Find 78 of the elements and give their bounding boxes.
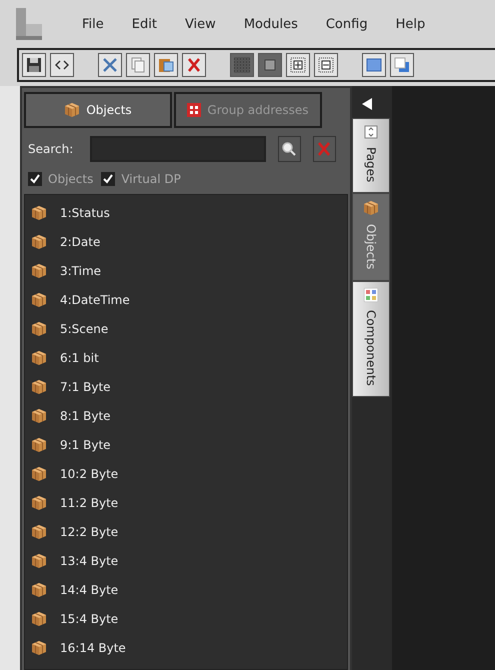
object-item[interactable]: 15:4 Byte <box>60 612 118 626</box>
zoom-in-button[interactable] <box>286 53 310 77</box>
minus-box-icon <box>318 57 334 73</box>
checkbox[interactable] <box>28 172 42 186</box>
object-item[interactable]: 7:1 Byte <box>60 380 111 394</box>
side-tab[interactable]: Components <box>352 280 390 397</box>
object-item[interactable]: 6:1 bit <box>60 350 99 364</box>
zoom-out-button[interactable] <box>314 53 338 77</box>
menu-item[interactable]: Config <box>326 16 368 32</box>
object-item[interactable]: 10:2 Byte <box>60 466 118 480</box>
search-field[interactable] <box>90 136 266 162</box>
collapse-arrow-icon[interactable] <box>362 98 372 110</box>
object-item[interactable]: 5:Scene <box>60 322 108 336</box>
checkbox-label: Objects <box>48 172 94 186</box>
cube-icon <box>31 466 47 482</box>
object-item[interactable]: 13:4 Byte <box>60 554 118 568</box>
cut-button[interactable] <box>98 53 122 77</box>
cube-icon <box>31 262 47 278</box>
square-icon <box>262 57 278 73</box>
save-button[interactable] <box>22 53 46 77</box>
cube-icon <box>363 200 379 216</box>
menu-item[interactable]: File <box>82 16 104 32</box>
cube-icon <box>31 204 47 220</box>
cube-icon <box>31 436 47 452</box>
object-item[interactable]: 14:4 Byte <box>60 582 118 596</box>
cube-icon <box>64 102 80 118</box>
side-tab[interactable]: Pages <box>352 118 390 194</box>
object-item[interactable]: 2:Date <box>60 234 100 248</box>
cube-icon <box>31 320 47 336</box>
cube-icon <box>31 582 47 598</box>
window-icon <box>366 57 382 73</box>
search-icon <box>281 141 298 157</box>
windows-button[interactable] <box>390 53 414 77</box>
code-button[interactable] <box>50 53 74 77</box>
cube-icon <box>31 552 47 568</box>
frame-button[interactable] <box>258 53 282 77</box>
object-item[interactable]: 1:Status <box>60 206 110 220</box>
checkbox-label: Virtual DP <box>121 172 181 186</box>
clipboard-icon <box>158 57 174 73</box>
cube-icon <box>31 640 47 656</box>
delete-icon <box>186 57 202 73</box>
color-grid-icon <box>364 288 378 302</box>
cube-icon <box>31 408 47 424</box>
delete-button[interactable] <box>182 53 206 77</box>
object-item[interactable]: 9:1 Byte <box>60 438 111 452</box>
cube-icon <box>31 610 47 626</box>
object-item[interactable]: 8:1 Byte <box>60 408 111 422</box>
cube-icon <box>31 378 47 394</box>
object-item[interactable]: 12:2 Byte <box>60 524 118 538</box>
paste-button[interactable] <box>154 53 178 77</box>
cube-icon <box>31 350 47 366</box>
menu-item[interactable]: Modules <box>244 16 298 32</box>
cube-icon <box>31 524 47 540</box>
building-logo <box>14 6 44 42</box>
checkbox[interactable] <box>101 172 116 186</box>
menu-item[interactable]: View <box>184 16 216 32</box>
copy-icon <box>130 57 146 73</box>
close-icon <box>316 141 332 157</box>
grid-icon <box>187 103 202 117</box>
dot-grid-icon <box>234 57 250 73</box>
overlapping-windows-icon <box>394 57 410 73</box>
menu-item[interactable]: Edit <box>132 16 157 32</box>
object-item[interactable]: 11:2 Byte <box>60 496 118 510</box>
menu-item[interactable]: Help <box>396 16 426 32</box>
search-button[interactable] <box>278 136 301 162</box>
cube-icon <box>31 234 47 250</box>
search-label: Search: <box>28 142 74 156</box>
plus-box-icon <box>290 57 306 73</box>
copy-button[interactable] <box>126 53 150 77</box>
page-icon <box>364 125 378 139</box>
panel-tab[interactable]: Objects <box>24 92 172 128</box>
window-button[interactable] <box>362 53 386 77</box>
cube-icon <box>31 292 47 308</box>
side-tab[interactable]: Objects <box>352 193 390 281</box>
object-item[interactable]: 4:DateTime <box>60 292 130 306</box>
cube-icon <box>31 494 47 510</box>
object-item[interactable]: 3:Time <box>60 264 102 278</box>
object-item[interactable]: 16:14 Byte <box>60 640 126 654</box>
